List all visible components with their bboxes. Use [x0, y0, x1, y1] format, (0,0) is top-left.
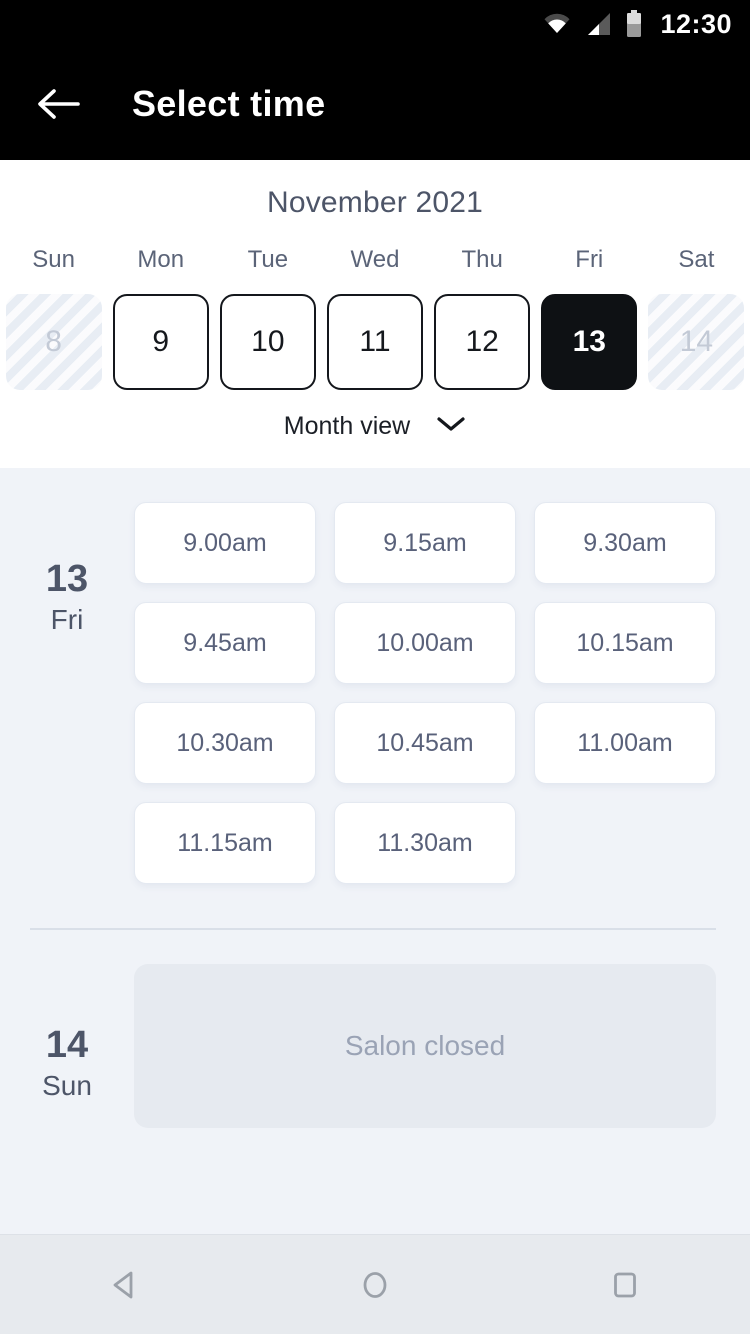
time-slot[interactable]: 11.00am: [534, 702, 716, 784]
calendar-day-10[interactable]: 10: [219, 294, 316, 390]
day-label-number: 14: [45, 1024, 89, 1066]
schedule-content: 13 Fri 9.00am 9.15am 9.30am 9.45am 10.00…: [0, 468, 750, 1234]
wifi-icon: [542, 12, 572, 36]
weekday-label: Mon: [137, 246, 185, 273]
time-slot[interactable]: 9.15am: [334, 502, 516, 584]
calendar-day-12[interactable]: 12: [434, 294, 531, 390]
day-cell-container: 13: [536, 294, 643, 390]
calendar-weekday-header: Sun Mon Tue Wed Thu Fri Sat: [0, 246, 750, 274]
day-label-number: 13: [45, 558, 89, 600]
app-screen: 12:30 Select time November 2021 Sun Mon …: [0, 0, 750, 1334]
time-slot-grid: 9.00am 9.15am 9.30am 9.45am 10.00am 10.1…: [134, 502, 750, 884]
calendar-panel: November 2021 Sun Mon Tue Wed Thu Fri Sa…: [0, 160, 750, 468]
day-cell-container: 14: [643, 294, 750, 390]
calendar-date-row: 8 9 10 11 12 13 14: [0, 294, 750, 390]
calendar-day-14: 14: [648, 294, 745, 390]
android-recents-icon[interactable]: [585, 1245, 665, 1325]
month-view-toggle[interactable]: Month view: [284, 412, 466, 441]
time-slot[interactable]: 9.45am: [134, 602, 316, 684]
salon-closed-banner: Salon closed: [134, 964, 716, 1128]
month-view-label: Month view: [283, 412, 411, 440]
day-cell-container: 12: [429, 294, 536, 390]
app-bar: Select time: [0, 48, 750, 160]
calendar-month-title: November 2021: [266, 186, 484, 219]
calendar-day-9[interactable]: 9: [112, 294, 209, 390]
weekday-label: Tue: [247, 246, 289, 273]
status-bar-clock: 12:30: [660, 8, 732, 39]
back-arrow-icon[interactable]: [32, 78, 84, 130]
time-slot[interactable]: 9.00am: [134, 502, 316, 584]
time-slot[interactable]: 10.00am: [334, 602, 516, 684]
calendar-day-13[interactable]: 13: [541, 294, 638, 390]
weekday-label: Sun: [32, 246, 75, 273]
weekday-label: Wed: [350, 246, 400, 273]
day-cell-container: 8: [0, 294, 107, 390]
day-label-weekday: Sun: [42, 1069, 92, 1101]
calendar-day-8: 8: [5, 294, 102, 390]
time-slot[interactable]: 10.45am: [334, 702, 516, 784]
time-slot[interactable]: 9.30am: [534, 502, 716, 584]
time-slot[interactable]: 11.15am: [134, 802, 316, 884]
day-label-14: 14 Sun: [0, 964, 134, 1128]
calendar-day-11[interactable]: 11: [326, 294, 423, 390]
time-slot[interactable]: 11.30am: [334, 802, 516, 884]
android-nav-bar: [0, 1234, 750, 1334]
day-label-13: 13 Fri: [0, 502, 134, 884]
time-slot[interactable]: 10.30am: [134, 702, 316, 784]
weekday-label: Fri: [575, 246, 604, 273]
weekday-label: Sat: [678, 246, 715, 273]
chevron-down-icon: [436, 415, 466, 438]
time-slot[interactable]: 10.15am: [534, 602, 716, 684]
day-cell-container: 10: [214, 294, 321, 390]
day-cell-container: 9: [107, 294, 214, 390]
day-cell-container: 11: [321, 294, 428, 390]
day-schedule-14: 14 Sun Salon closed: [0, 930, 750, 1128]
status-bar: 12:30: [0, 0, 750, 48]
battery-icon: [626, 10, 642, 38]
android-back-icon[interactable]: [85, 1245, 165, 1325]
android-home-icon[interactable]: [335, 1245, 415, 1325]
page-title: Select time: [132, 83, 326, 124]
cellular-signal-icon: [586, 11, 612, 37]
weekday-label: Thu: [461, 246, 503, 273]
day-label-weekday: Fri: [50, 603, 84, 635]
day-schedule-13: 13 Fri 9.00am 9.15am 9.30am 9.45am 10.00…: [0, 468, 750, 884]
